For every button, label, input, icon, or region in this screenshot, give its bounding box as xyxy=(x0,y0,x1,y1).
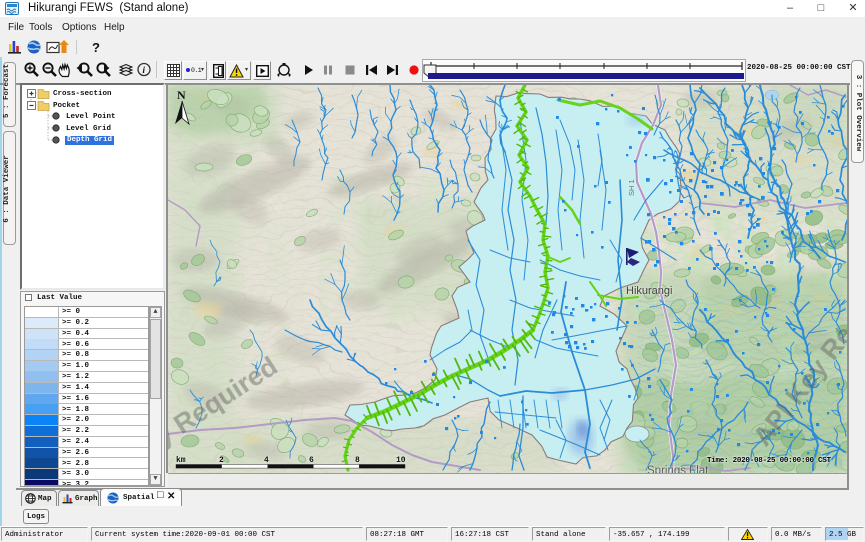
svg-text:i: i xyxy=(143,65,146,75)
svg-text:6: 6 xyxy=(309,456,314,465)
svg-text:km: km xyxy=(176,456,186,465)
svg-text:SH 1: SH 1 xyxy=(627,179,636,196)
svg-text:?: ? xyxy=(92,40,100,55)
svg-text:Hikurangi: Hikurangi xyxy=(626,285,672,297)
svg-text:4: 4 xyxy=(264,456,269,465)
svg-text:2: 2 xyxy=(219,456,224,465)
svg-text:N: N xyxy=(177,88,186,102)
svg-text:10: 10 xyxy=(396,456,406,465)
svg-text:8: 8 xyxy=(355,456,360,465)
svg-text:Springs Flat: Springs Flat xyxy=(647,465,709,473)
svg-text:Time: 2020-08-25 00:00:00 CST: Time: 2020-08-25 00:00:00 CST xyxy=(707,457,832,465)
